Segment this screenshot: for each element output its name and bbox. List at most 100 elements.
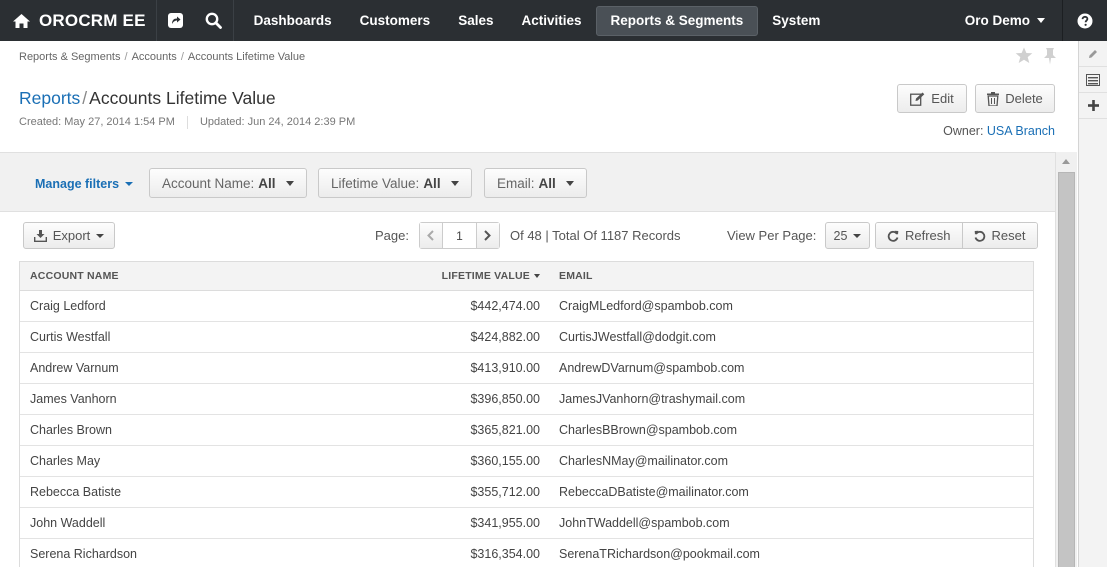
help-button[interactable] [1062, 0, 1107, 41]
title-prefix-link[interactable]: Reports [19, 88, 80, 108]
home-icon [13, 13, 30, 28]
breadcrumb-item[interactable]: Reports & Segments [19, 51, 121, 63]
page-info: Of 48 | Total Of 1187 Records [509, 228, 681, 243]
breadcrumb-separator: / [124, 51, 128, 63]
column-header-lifetime-value[interactable]: Lifetime Value [415, 270, 540, 282]
main-menu: Dashboards Customers Sales Activities Re… [240, 0, 835, 41]
edit-icon [910, 92, 925, 106]
column-header-account-name[interactable]: Account Name [20, 270, 415, 282]
nav-item-activities[interactable]: Activities [507, 6, 595, 36]
filter-value: All [538, 175, 556, 191]
table-row[interactable]: Charles May $360,155.00 CharlesNMay@mail… [20, 446, 1033, 477]
table-row[interactable]: John Waddell $341,955.00 JohnTWaddell@sp… [20, 508, 1033, 539]
filter-value: All [423, 175, 441, 191]
cell-email: AndrewDVarnum@spambob.com [559, 361, 745, 375]
star-icon[interactable] [1015, 47, 1033, 64]
divider [186, 116, 188, 129]
brand-logo[interactable]: OROCRM EE [0, 0, 156, 41]
title-separator: / [82, 88, 88, 108]
divider [232, 0, 234, 41]
chevron-right-icon [484, 230, 492, 241]
cell-lifetime-value: $424,882.00 [470, 330, 540, 344]
nav-item-sales[interactable]: Sales [444, 6, 507, 36]
share-icon [168, 13, 184, 28]
cell-account-name: Rebecca Batiste [30, 485, 122, 499]
nav-item-customers[interactable]: Customers [346, 6, 445, 36]
refresh-button[interactable]: Refresh [876, 223, 962, 248]
chevron-down-icon [853, 233, 862, 238]
filter-label: Lifetime Value: [331, 175, 420, 191]
cell-email: RebeccaDBatiste@mailinator.com [559, 485, 749, 499]
refresh-label: Refresh [905, 228, 951, 243]
cell-account-name: Serena Richardson [30, 547, 138, 561]
table-row[interactable]: Craig Ledford $442,474.00 CraigMLedford@… [20, 291, 1033, 322]
table-row[interactable]: James Vanhorn $396,850.00 JamesJVanhorn@… [20, 384, 1033, 415]
shortcuts-button[interactable] [157, 0, 195, 41]
filter-lifetime-value[interactable]: Lifetime Value: All [318, 168, 472, 198]
table-row[interactable]: Serena Richardson $316,354.00 SerenaTRic… [20, 539, 1033, 567]
breadcrumb-item: Accounts Lifetime Value [187, 51, 306, 63]
table-row[interactable]: Curtis Westfall $424,882.00 CurtisJWestf… [20, 322, 1033, 353]
pencil-icon [1089, 49, 1097, 58]
cell-lifetime-value: $365,821.00 [470, 423, 540, 437]
page-number-input[interactable]: 1 [441, 223, 477, 248]
reset-icon [974, 230, 985, 242]
cell-account-name: Curtis Westfall [30, 330, 111, 344]
reset-button[interactable]: Reset [961, 223, 1037, 248]
delete-button[interactable]: Delete [975, 84, 1055, 113]
top-navigation-bar: OROCRM EE Dashboards Customers Sales Act… [0, 0, 1107, 41]
chevron-down-icon [125, 182, 134, 186]
reset-label: Reset [991, 228, 1026, 243]
cell-email: JohnTWaddell@spambob.com [559, 516, 730, 530]
help-icon [1077, 13, 1093, 28]
nav-item-reports-segments[interactable]: Reports & Segments [595, 5, 759, 36]
data-grid: Account Name Lifetime Value Email Craig … [19, 261, 1034, 567]
add-widget-button[interactable] [1079, 93, 1107, 119]
table-row[interactable]: Rebecca Batiste $355,712.00 RebeccaDBati… [20, 477, 1033, 508]
trash-icon [987, 91, 1000, 106]
edit-label: Edit [931, 91, 954, 106]
cell-account-name: Charles Brown [30, 423, 112, 437]
prev-page-button[interactable] [419, 223, 442, 248]
record-meta: Created: May 27, 2014 1:54 PM Updated: J… [19, 116, 355, 129]
per-page-select[interactable]: 25 [825, 222, 870, 249]
title-text: Accounts Lifetime Value [89, 88, 276, 108]
scroll-up-arrow-icon[interactable] [1062, 159, 1070, 164]
filter-account-name[interactable]: Account Name: All [149, 168, 307, 198]
page-actions [1015, 47, 1057, 65]
filter-email[interactable]: Email: All [484, 168, 587, 198]
export-button[interactable]: Export [23, 222, 115, 249]
filter-bar: Manage filters Account Name: All Lifetim… [0, 152, 1055, 212]
sidebar-widget-button[interactable] [1079, 67, 1107, 93]
sidebar-toggle-button[interactable] [1079, 41, 1107, 67]
edit-button[interactable]: Edit [897, 84, 967, 113]
search-button[interactable] [195, 0, 233, 41]
list-icon [1086, 73, 1100, 86]
pin-icon[interactable] [1043, 47, 1057, 65]
cell-account-name: Andrew Varnum [30, 361, 119, 375]
user-menu[interactable]: Oro Demo [965, 0, 1045, 41]
scroll-thumb[interactable] [1058, 172, 1075, 567]
column-header-label: Lifetime Value [441, 270, 530, 282]
chevron-down-icon [1037, 18, 1045, 23]
nav-item-system[interactable]: System [758, 6, 834, 36]
scrollbar[interactable] [1055, 152, 1077, 567]
breadcrumb: Reports & Segments / Accounts / Accounts Lif… [19, 51, 305, 63]
owner-info: Owner: USA Branch [943, 124, 1055, 138]
table-row[interactable]: Charles Brown $365,821.00 CharlesBBrown@… [20, 415, 1033, 446]
updated-date: Updated: Jun 24, 2014 2:39 PM [199, 116, 356, 128]
cell-email: CharlesNMay@mailinator.com [559, 454, 728, 468]
breadcrumb-item[interactable]: Accounts [132, 51, 177, 63]
chevron-down-icon [285, 180, 294, 186]
table-row[interactable]: Andrew Varnum $413,910.00 AndrewDVarnum@… [20, 353, 1033, 384]
cell-email: CharlesBBrown@spambob.com [559, 423, 738, 437]
cell-email: CraigMLedford@spambob.com [559, 299, 733, 313]
chevron-down-icon [450, 180, 459, 186]
owner-link[interactable]: USA Branch [987, 124, 1055, 138]
per-page-value: 25 [833, 228, 848, 243]
next-page-button[interactable] [476, 223, 499, 248]
column-header-email[interactable]: Email [540, 270, 593, 282]
manage-filters-button[interactable]: Manage filters [35, 177, 134, 191]
plus-icon [1087, 100, 1099, 111]
nav-item-dashboards[interactable]: Dashboards [240, 6, 346, 36]
